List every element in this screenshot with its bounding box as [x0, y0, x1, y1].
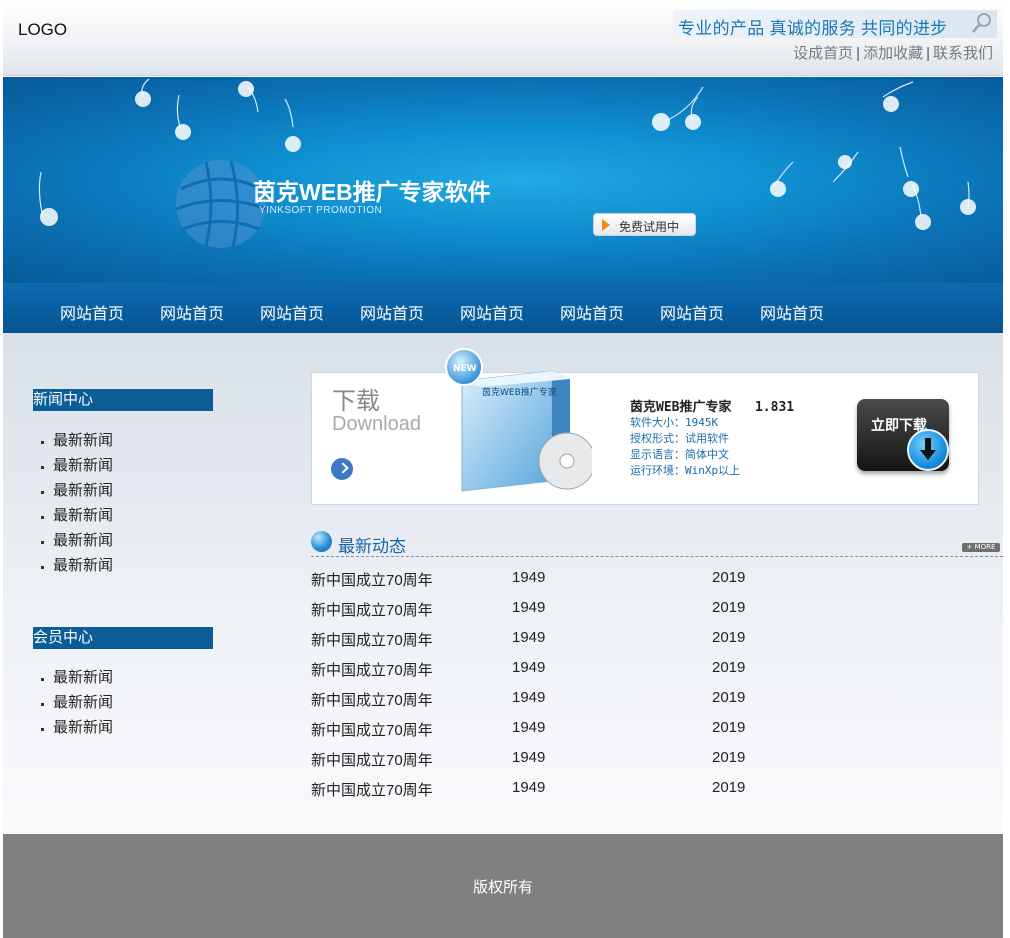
download-now-button[interactable]: 立即下载 [857, 399, 949, 471]
dandelion-decoration [38, 78, 976, 248]
news-row-year-start: 1949 [512, 599, 546, 616]
news-row-title: 新中国成立70周年 [311, 722, 433, 739]
free-trial-label: 免费试用中 [619, 220, 680, 234]
news-row-title: 新中国成立70周年 [311, 752, 433, 769]
nav-item-home[interactable]: 网站首页 [560, 300, 624, 324]
table-row[interactable]: 新中国成立70周年 1949 2019 [311, 625, 871, 655]
news-row-year-start: 1949 [512, 689, 546, 706]
table-row[interactable]: 新中国成立70周年 1949 2019 [311, 775, 871, 805]
nav-item-home[interactable]: 网站首页 [660, 300, 724, 324]
news-row-year-end: 2019 [712, 719, 746, 736]
nav-item-home[interactable]: 网站首页 [360, 300, 424, 324]
news-row-year-end: 2019 [712, 779, 746, 796]
detail-os: 运行环境：WinXp以上 [630, 464, 741, 477]
news-row-year-end: 2019 [712, 569, 746, 586]
copyright-text: 版权所有 [472, 879, 533, 896]
table-row[interactable]: 新中国成立70周年 1949 2019 [311, 565, 871, 595]
news-row-year-start: 1949 [512, 779, 546, 796]
news-row-year-start: 1949 [512, 749, 546, 766]
nav-item-home[interactable]: 网站首页 [160, 300, 224, 324]
detail-language: 显示语言：简体中文 [630, 448, 729, 461]
banner-subtitle: YINKSOFT PROMOTION [259, 205, 383, 216]
download-label-cn: 下载 [332, 388, 380, 415]
more-button[interactable]: + MORE [962, 543, 1000, 552]
nav-item-home[interactable]: 网站首页 [60, 300, 124, 324]
news-row-title: 新中国成立70周年 [311, 662, 433, 679]
product-name: 茵克WEB推广专家 1.831 [630, 396, 794, 415]
table-row[interactable]: 新中国成立70周年 1949 2019 [311, 685, 871, 715]
news-row-title: 新中国成立70周年 [311, 602, 433, 619]
link-set-homepage[interactable]: 设成首页 [793, 45, 853, 62]
nav-item-home[interactable]: 网站首页 [460, 300, 524, 324]
link-contact-us[interactable]: 联系我们 [933, 45, 993, 62]
news-row-year-end: 2019 [712, 629, 746, 646]
list-item[interactable]: 最新新闻 [41, 453, 113, 478]
banner: 茵克WEB推广专家软件 YINKSOFT PROMOTION 免费试用中 [3, 77, 1003, 283]
detail-size: 软件大小：1945K [630, 416, 719, 429]
box-title: 茵克WEB推广专家 [482, 386, 557, 398]
link-separator: | [856, 45, 861, 62]
news-row-year-start: 1949 [512, 659, 546, 676]
logo[interactable]: LOGO [18, 20, 67, 40]
arrow-right-icon[interactable] [331, 458, 353, 480]
list-item[interactable]: 最新新闻 [41, 528, 113, 553]
detail-license: 授权形式：试用软件 [630, 432, 729, 445]
news-row-title: 新中国成立70周年 [311, 782, 433, 799]
news-title: 最新动态 [338, 537, 406, 556]
download-label-en: Download [332, 413, 421, 435]
sidebar-news-title: 新闻中心 [33, 389, 213, 411]
news-row-title: 新中国成立70周年 [311, 692, 433, 709]
news-header: 最新动态 + MORE [311, 529, 1003, 557]
download-info: 茵克WEB推广专家 1.831 软件大小：1945K 授权形式：试用软件 显示语… [630, 396, 794, 479]
banner-title: 茵克WEB推广专家软件 [253, 179, 491, 205]
slogan: 专业的产品 真诚的服务 共同的进步 [678, 19, 948, 38]
sidebar-members-title: 会员中心 [33, 627, 213, 649]
product-version: 1.831 [754, 400, 795, 415]
table-row[interactable]: 新中国成立70周年 1949 2019 [311, 745, 871, 775]
nav-item-home[interactable]: 网站首页 [760, 300, 824, 324]
news-row-year-end: 2019 [712, 599, 746, 616]
news-row-title: 新中国成立70周年 [311, 632, 433, 649]
news-list: 新中国成立70周年 1949 2019 新中国成立70周年 1949 2019 新中国成… [311, 565, 871, 805]
main-nav: 网站首页 网站首页 网站首页 网站首页 网站首页 网站首页 网站首页 网站首页 [3, 283, 1003, 333]
play-arrow-icon [602, 219, 610, 231]
top-links: 设成首页 | 添加收藏 | 联系我们 [793, 42, 993, 63]
news-row-year-start: 1949 [512, 719, 546, 736]
software-box-icon: 茵克WEB推广专家 NEW [445, 348, 592, 492]
page: LOGO 专业的产品 真诚的服务 共同的进步 设成首页 | 添加收藏 | 联系我们 [3, 0, 1003, 938]
list-item[interactable]: 最新新闻 [41, 478, 113, 503]
list-item[interactable]: 最新新闻 [41, 503, 113, 528]
globe-icon [311, 531, 332, 552]
slogan-bar: 专业的产品 真诚的服务 共同的进步 [673, 10, 997, 38]
news-row-title: 新中国成立70周年 [311, 572, 433, 589]
footer: 版权所有 [3, 834, 1003, 938]
list-item[interactable]: 最新新闻 [41, 553, 113, 578]
new-badge-text: NEW [453, 364, 477, 374]
list-item[interactable]: 最新新闻 [41, 428, 113, 453]
table-row[interactable]: 新中国成立70周年 1949 2019 [311, 655, 871, 685]
content-area: 新闻中心 最新新闻 最新新闻 最新新闻 最新新闻 最新新闻 最新新闻 会员中心 … [3, 333, 1003, 834]
list-item[interactable]: 最新新闻 [41, 665, 113, 690]
news-row-year-start: 1949 [512, 569, 546, 586]
list-item[interactable]: 最新新闻 [41, 715, 113, 740]
sidebar-members-list: 最新新闻 最新新闻 最新新闻 [41, 665, 113, 740]
magnifier-icon[interactable] [969, 10, 995, 36]
download-arrow-icon [907, 429, 949, 471]
news-row-year-end: 2019 [712, 659, 746, 676]
product-name-text: 茵克WEB推广专家 [630, 400, 732, 415]
header: LOGO 专业的产品 真诚的服务 共同的进步 设成首页 | 添加收藏 | 联系我们 [3, 0, 1003, 76]
sidebar-news-list: 最新新闻 最新新闻 最新新闻 最新新闻 最新新闻 最新新闻 [41, 428, 113, 578]
list-item[interactable]: 最新新闻 [41, 690, 113, 715]
table-row[interactable]: 新中国成立70周年 1949 2019 [311, 715, 871, 745]
news-row-year-end: 2019 [712, 689, 746, 706]
table-row[interactable]: 新中国成立70周年 1949 2019 [311, 595, 871, 625]
free-trial-button[interactable]: 免费试用中 [593, 213, 696, 236]
news-row-year-start: 1949 [512, 629, 546, 646]
news-row-year-end: 2019 [712, 749, 746, 766]
download-panel: 下载 Download 茵克WEB推广专家 NEW 茵克WEB推广专家 1.83… [311, 348, 979, 505]
nav-item-home[interactable]: 网站首页 [260, 300, 324, 324]
link-separator: | [926, 45, 930, 62]
link-add-favorite[interactable]: 添加收藏 [863, 45, 923, 62]
